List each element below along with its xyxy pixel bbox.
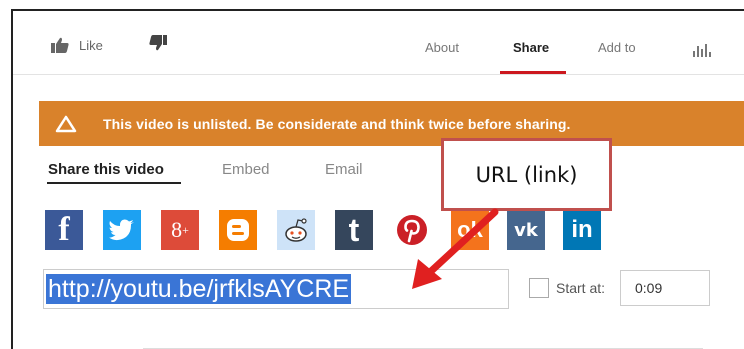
callout-arrow-icon [412, 208, 499, 289]
